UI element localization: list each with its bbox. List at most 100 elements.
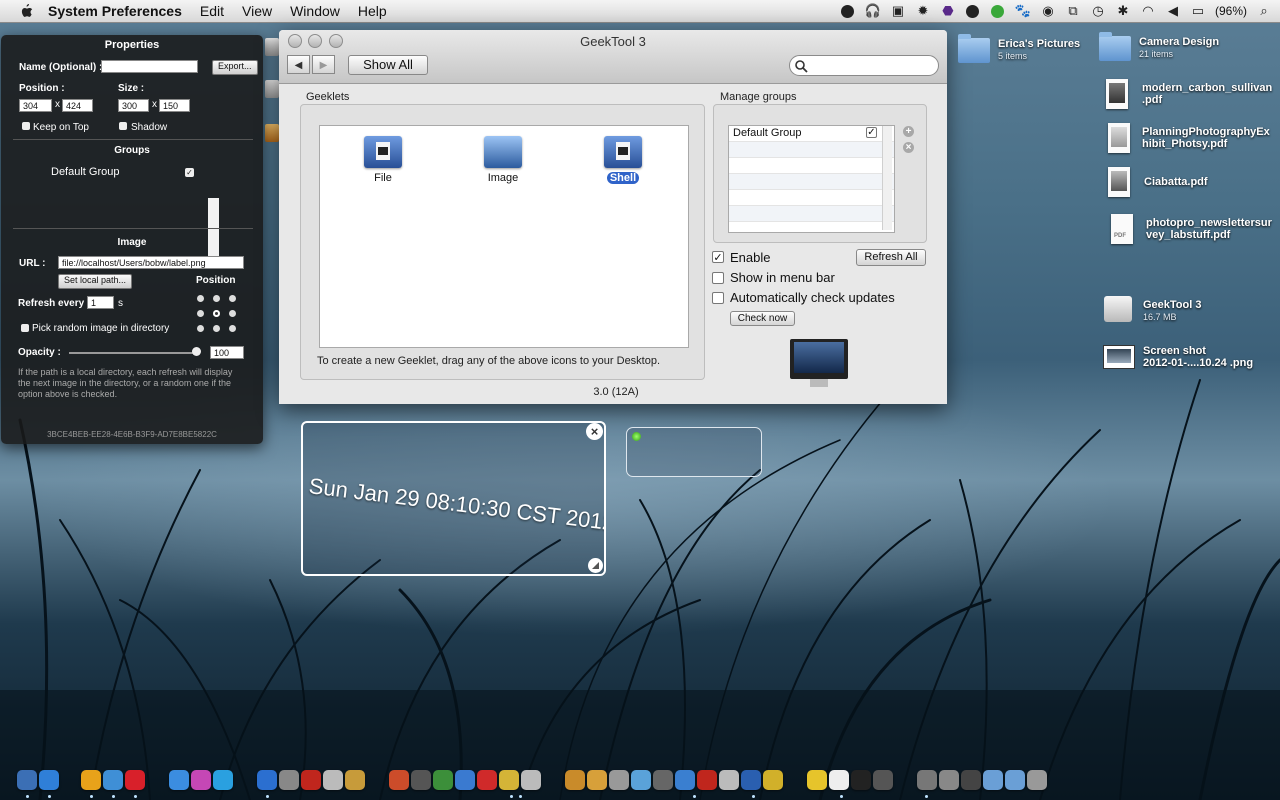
app-store-icon[interactable] (39, 770, 59, 790)
itunes-pink-icon[interactable] (191, 770, 211, 790)
group-enabled-checkbox[interactable]: ✓ (866, 127, 877, 138)
bluetooth-icon[interactable]: ✱ (1115, 3, 1131, 19)
empty-geeklet-desktop[interactable] (626, 427, 762, 477)
duck-icon[interactable] (807, 770, 827, 790)
skype-icon[interactable] (213, 770, 233, 790)
image-geeklet[interactable]: Image (468, 136, 538, 184)
terminal-icon[interactable]: ▣ (890, 3, 906, 19)
bird-icon[interactable] (455, 770, 475, 790)
bird-gray-icon[interactable] (609, 770, 629, 790)
timemachine-icon[interactable]: ◷ (1090, 3, 1106, 19)
position-radio-center[interactable] (213, 310, 220, 317)
volume-icon[interactable]: ◀ (1165, 3, 1181, 19)
position-y-field[interactable] (62, 99, 93, 112)
q-icon[interactable] (840, 3, 856, 19)
position-radio-tc[interactable] (213, 295, 220, 302)
resize-geeklet-icon[interactable] (588, 558, 603, 573)
set-local-path-button[interactable]: Set local path... (58, 274, 133, 289)
groups-scrollbar[interactable] (882, 126, 892, 230)
photo-stack-icon[interactable] (917, 770, 937, 790)
desktop-folder-ericas-pictures[interactable]: Erica's Pictures 5 items (958, 34, 1080, 63)
position-radio-br[interactable] (229, 325, 236, 332)
green-globe-icon[interactable] (990, 3, 1006, 19)
check-now-button[interactable]: Check now (730, 311, 795, 326)
menu-help[interactable]: Help (358, 3, 387, 19)
desktop-file-ciabatta[interactable]: Ciabatta.pdf (1108, 167, 1208, 197)
position-radio-bl[interactable] (197, 325, 204, 332)
position-radio-mr[interactable] (229, 310, 236, 317)
position-radio-tr[interactable] (229, 295, 236, 302)
book-icon[interactable] (697, 770, 717, 790)
desktop-file-screenshot[interactable]: Screen shot 2012-01-....10.24 .png (1103, 345, 1253, 369)
remove-group-icon[interactable]: × (903, 142, 914, 153)
size-w-field[interactable] (118, 99, 149, 112)
feather-icon[interactable] (719, 770, 739, 790)
calendar-icon[interactable] (521, 770, 541, 790)
random-image-checkbox[interactable] (21, 324, 29, 332)
star-gold-icon[interactable] (763, 770, 783, 790)
dual-screen-icon[interactable]: ⧉ (1065, 3, 1081, 19)
terminal-icon[interactable] (851, 770, 871, 790)
battery-icon[interactable]: ▭ (1190, 3, 1206, 19)
gallery-icon[interactable] (565, 770, 585, 790)
chart-icon[interactable] (433, 770, 453, 790)
moon-icon[interactable] (741, 770, 761, 790)
headphones-icon[interactable]: 🎧 (865, 3, 881, 19)
menu-window[interactable]: Window (290, 3, 340, 19)
dark-circle-icon[interactable] (965, 3, 981, 19)
position-x-field[interactable] (19, 99, 52, 112)
desktop-file-modern-carbon[interactable]: modern_carbon_sullivan .pdf (1106, 79, 1272, 109)
scanner-icon[interactable] (939, 770, 959, 790)
preview-icon[interactable] (323, 770, 343, 790)
position-radio-ml[interactable] (197, 310, 204, 317)
itunes-icon[interactable] (257, 770, 277, 790)
show-all-button[interactable]: Show All (348, 55, 428, 75)
chrome-icon[interactable] (81, 770, 101, 790)
desktop-file-photopro[interactable]: PDF photopro_newslettersur vey_labstuff.… (1111, 214, 1272, 244)
documents-folder-icon[interactable] (983, 770, 1003, 790)
opacity-slider[interactable] (69, 352, 199, 354)
export-button[interactable]: Export... (212, 60, 258, 75)
add-group-icon[interactable]: + (903, 126, 914, 137)
forward-button[interactable]: ▶ (312, 55, 335, 74)
downloads-folder-icon[interactable] (1005, 770, 1025, 790)
back-button[interactable]: ◀ (287, 55, 310, 74)
menu-app-name[interactable]: System Preferences (48, 3, 182, 19)
photo-booth-icon[interactable] (301, 770, 321, 790)
opera-icon[interactable] (125, 770, 145, 790)
size-h-field[interactable] (159, 99, 190, 112)
finder-icon[interactable] (17, 770, 37, 790)
stylus-icon[interactable] (411, 770, 431, 790)
keep-on-top-checkbox[interactable] (22, 122, 30, 130)
opacity-slider-knob[interactable] (192, 347, 201, 356)
safari-icon[interactable] (103, 770, 123, 790)
refresh-all-button[interactable]: Refresh All (856, 249, 926, 266)
shadow-checkbox[interactable] (119, 122, 127, 130)
upload-icon[interactable] (675, 770, 695, 790)
enable-checkbox[interactable]: ✓ (712, 251, 724, 264)
utility-icon[interactable] (345, 770, 365, 790)
ipod-icon[interactable] (279, 770, 299, 790)
menu-edit[interactable]: Edit (200, 3, 224, 19)
position-radio-bc[interactable] (213, 325, 220, 332)
name-field[interactable] (101, 60, 198, 73)
spotlight-icon[interactable]: ⌕ (1256, 3, 1272, 19)
purple-gem-icon[interactable]: ⬣ (940, 3, 956, 19)
battery-percent[interactable]: (96%) (1215, 4, 1247, 18)
position-radio-tl[interactable] (197, 295, 204, 302)
shell-geeklet-desktop[interactable]: Sun Jan 29 08:10:30 CST 2012 (301, 421, 606, 576)
ruler-icon[interactable] (631, 770, 651, 790)
auto-updates-checkbox[interactable] (712, 292, 724, 304)
shell-geeklet[interactable]: Shell (588, 136, 658, 184)
apple-menu-icon[interactable] (18, 3, 34, 19)
eye-icon[interactable]: ◉ (1040, 3, 1056, 19)
close-geeklet-icon[interactable]: × (586, 423, 603, 440)
toolbox-icon[interactable] (389, 770, 409, 790)
desktop-disk-geektool[interactable]: GeekTool 3 16.7 MB (1104, 296, 1201, 322)
file-geeklet[interactable]: File (348, 136, 418, 184)
bug-icon[interactable] (873, 770, 893, 790)
url-field[interactable] (58, 256, 244, 269)
groups-list[interactable]: Default Group ✓ (728, 125, 895, 233)
photos-icon[interactable] (587, 770, 607, 790)
messages-icon[interactable] (169, 770, 189, 790)
